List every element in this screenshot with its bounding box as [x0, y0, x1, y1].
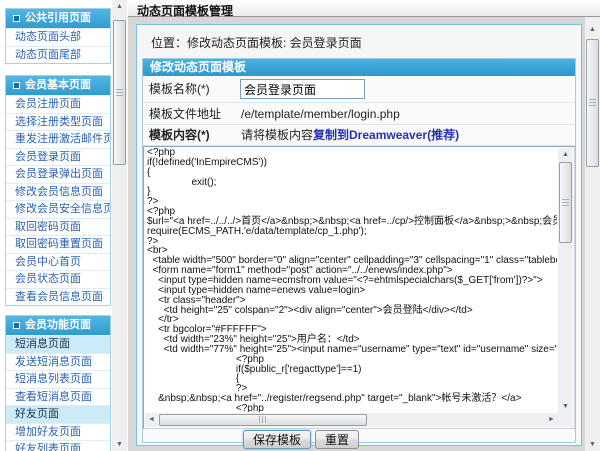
form-title: 修改动态页面模板 — [143, 59, 575, 76]
sidebar-item-view-message[interactable]: 查看短消息页面 — [6, 388, 110, 406]
sidebar-section-member-basic: 会员基本页面 会员注册页面 选择注册类型页面 重发注册激活邮件页面 会员登录页面… — [5, 75, 111, 306]
title-bar: 动态页面模板管理 — [128, 0, 600, 17]
sidebar-section-header-member-function[interactable]: 会员功能页面 — [6, 316, 110, 335]
sidebar-scrollbar[interactable]: ▲ ▼ — [112, 0, 127, 451]
main-frame: 动态页面模板管理 位置：修改动态页面模板: 会员登录页面 修改动态页面模板 模板… — [128, 0, 600, 451]
scroll-up-icon[interactable]: ▲ — [585, 23, 600, 36]
scroll-up-icon[interactable]: ▲ — [558, 148, 573, 161]
scroll-left-icon[interactable]: ◄ — [145, 413, 158, 427]
template-name-input[interactable] — [240, 79, 365, 99]
sidebar-item-view-info[interactable]: 查看会员信息页面 — [6, 288, 110, 306]
page-title: 动态页面模板管理 — [137, 2, 233, 19]
template-name-label: 模板名称(*) — [149, 76, 241, 103]
sidebar-item-message-page[interactable]: 短消息页面 — [6, 335, 110, 353]
scroll-up-icon[interactable]: ▲ — [112, 0, 127, 13]
sidebar-item-dynamic-header[interactable]: 动态页面头部 — [6, 28, 110, 46]
reset-button[interactable]: 重置 — [315, 430, 359, 449]
sidebar-item-login-popup[interactable]: 会员登录弹出页面 — [6, 165, 110, 183]
sidebar-item-register-type[interactable]: 选择注册类型页面 — [6, 113, 110, 131]
button-row: 保存模板 重置 — [143, 430, 575, 449]
scrollbar-grip-icon — [259, 416, 267, 423]
scroll-down-icon[interactable]: ▼ — [558, 400, 573, 413]
sidebar-section-header-member-basic[interactable]: 会员基本页面 — [6, 76, 110, 95]
scroll-right-icon[interactable]: ► — [545, 413, 558, 427]
collapse-icon[interactable] — [13, 322, 20, 329]
empirecms-template-manager: 公共引用页面 动态页面头部 动态页面尾部 会员基本页面 会员注册页面 选择注册类… — [0, 0, 600, 451]
sidebar-item-dynamic-footer[interactable]: 动态页面尾部 — [6, 46, 110, 64]
sidebar-item-friend-page[interactable]: 好友页面 — [6, 405, 110, 423]
sidebar-item-login[interactable]: 会员登录页面 — [6, 148, 110, 166]
content-panel: 位置：修改动态页面模板: 会员登录页面 修改动态页面模板 模板名称(*) 模板文… — [136, 24, 582, 446]
template-content-textarea[interactable]: <?php if(!defined('InEmpireCMS')) { exit… — [143, 146, 575, 429]
sidebar-section-title: 会员基本页面 — [25, 76, 91, 95]
template-code: <?php if(!defined('InEmpireCMS')) { exit… — [147, 148, 557, 412]
collapse-icon[interactable] — [13, 82, 20, 89]
sidebar-item-reset-password[interactable]: 取回密码重置页面 — [6, 235, 110, 253]
scrollbar-grip-icon — [116, 89, 123, 97]
content-hint-text: 请将模板内容 — [241, 128, 313, 142]
sidebar-item-message-list[interactable]: 短消息列表页面 — [6, 370, 110, 388]
textarea-vertical-scrollbar[interactable]: ▲ ▼ — [558, 148, 573, 413]
scroll-down-icon[interactable]: ▼ — [585, 438, 600, 451]
breadcrumb: 位置：修改动态页面模板: 会员登录页面 — [151, 34, 362, 51]
template-path-row: 模板文件地址 /e/template/member/login.php — [143, 103, 575, 125]
sidebar-section-member-function: 会员功能页面 短消息页面 发送短消息页面 短消息列表页面 查看短消息页面 好友页… — [5, 315, 111, 451]
content-hint: 请将模板内容复制到Dreamweaver(推荐) — [241, 125, 459, 146]
sidebar-item-send-message[interactable]: 发送短消息页面 — [6, 353, 110, 371]
main-frame-scrollbar[interactable]: ▲ ▼ — [585, 17, 600, 451]
scrollbar-corner — [558, 413, 573, 427]
sidebar-item-get-password[interactable]: 取回密码页面 — [6, 218, 110, 236]
scrollbar-grip-icon — [589, 99, 596, 107]
scrollbar-grip-icon — [562, 199, 569, 207]
sidebar-item-member-status[interactable]: 会员状态页面 — [6, 270, 110, 288]
sidebar-section-title: 会员功能页面 — [25, 316, 91, 335]
sidebar-item-add-friend[interactable]: 增加好友页面 — [6, 423, 110, 441]
scroll-down-icon[interactable]: ▼ — [112, 438, 127, 451]
sidebar-item-register[interactable]: 会员注册页面 — [6, 95, 110, 113]
sidebar-item-edit-security[interactable]: 修改会员安全信息页面 — [6, 200, 110, 218]
save-template-button[interactable]: 保存模板 — [243, 430, 311, 449]
textarea-horizontal-scrollbar[interactable]: ◄ ► — [145, 413, 558, 427]
dreamweaver-link[interactable]: 复制到Dreamweaver(推荐) — [313, 128, 459, 142]
template-name-row: 模板名称(*) — [143, 76, 575, 103]
sidebar-section-public: 公共引用页面 动态页面头部 动态页面尾部 — [5, 8, 111, 64]
textarea-vscroll-thumb[interactable] — [559, 162, 572, 243]
template-path-label: 模板文件地址 — [149, 103, 241, 125]
template-path-value: /e/template/member/login.php — [241, 103, 400, 125]
main-scrollbar-thumb[interactable] — [586, 39, 599, 167]
sidebar-scrollbar-thumb[interactable] — [113, 20, 126, 165]
sidebar-item-member-home[interactable]: 会员中心首页 — [6, 253, 110, 271]
template-content-label: 模板内容(*) — [149, 125, 241, 146]
sidebar: 公共引用页面 动态页面头部 动态页面尾部 会员基本页面 会员注册页面 选择注册类… — [0, 0, 128, 451]
sidebar-item-resend-activation[interactable]: 重发注册激活邮件页面 — [6, 130, 110, 148]
collapse-icon[interactable] — [13, 15, 20, 22]
sidebar-section-title: 公共引用页面 — [25, 9, 91, 28]
textarea-hscroll-thumb[interactable] — [159, 414, 367, 426]
edit-template-form: 修改动态页面模板 模板名称(*) 模板文件地址 /e/template/memb… — [142, 58, 576, 443]
sidebar-item-friend-list[interactable]: 好友列表页面 — [6, 440, 110, 451]
template-content-row: 模板内容(*) 请将模板内容复制到Dreamweaver(推荐) — [143, 125, 575, 146]
sidebar-section-header-public[interactable]: 公共引用页面 — [6, 9, 110, 28]
sidebar-item-edit-info[interactable]: 修改会员信息页面 — [6, 183, 110, 201]
